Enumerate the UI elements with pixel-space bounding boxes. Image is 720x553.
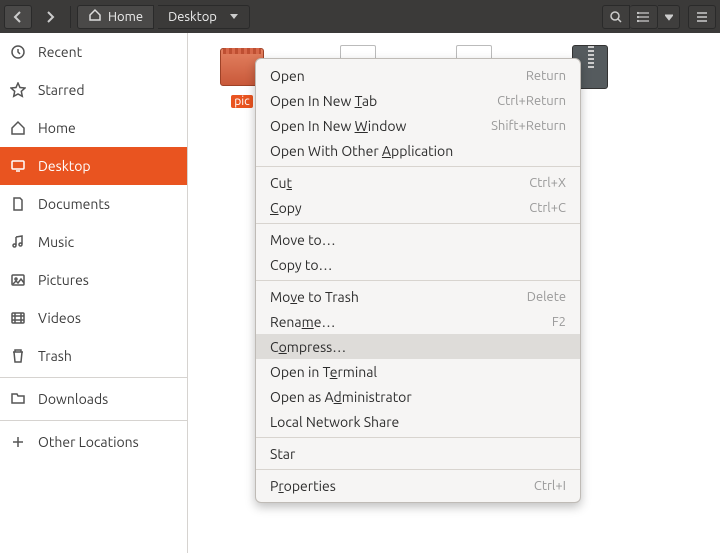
- ctx-open-with[interactable]: Open With Other Application: [256, 138, 580, 163]
- forward-button[interactable]: [36, 5, 64, 29]
- back-button[interactable]: [4, 5, 32, 29]
- ctx-cut[interactable]: CutCtrl+X: [256, 170, 580, 195]
- context-menu: OpenReturn Open In New TabCtrl+Return Op…: [255, 58, 581, 503]
- separator: [256, 280, 580, 281]
- breadcrumb-desktop[interactable]: Desktop: [158, 5, 250, 29]
- breadcrumb-home[interactable]: Home: [77, 5, 154, 29]
- sidebar-item-starred[interactable]: Starred: [0, 71, 187, 109]
- separator: [256, 166, 580, 167]
- ctx-move-to-trash[interactable]: Move to TrashDelete: [256, 284, 580, 309]
- sidebar-item-label: Music: [38, 234, 74, 250]
- chevron-down-icon: [229, 10, 239, 24]
- sidebar-item-label: Desktop: [38, 158, 91, 174]
- ctx-open-terminal[interactable]: Open in Terminal: [256, 359, 580, 384]
- sidebar-item-label: Videos: [38, 310, 81, 326]
- sidebar-item-trash[interactable]: Trash: [0, 337, 187, 375]
- view-mode-button[interactable]: [630, 5, 658, 29]
- sidebar-item-music[interactable]: Music: [0, 223, 187, 261]
- sidebar-item-home[interactable]: Home: [0, 109, 187, 147]
- separator: [70, 6, 71, 28]
- home-icon: [88, 8, 102, 25]
- file-label: pic: [231, 95, 253, 108]
- breadcrumb-label: Desktop: [168, 10, 217, 24]
- menu-button[interactable]: [688, 5, 716, 29]
- ctx-copy[interactable]: CopyCtrl+C: [256, 195, 580, 220]
- ctx-open-new-tab[interactable]: Open In New TabCtrl+Return: [256, 88, 580, 113]
- sidebar-item-other-locations[interactable]: Other Locations: [0, 423, 187, 461]
- sidebar: Recent Starred Home Desktop Documents Mu…: [0, 33, 188, 553]
- separator: [256, 223, 580, 224]
- ctx-compress[interactable]: Compress…: [256, 334, 580, 359]
- sidebar-item-downloads[interactable]: Downloads: [0, 380, 187, 418]
- sidebar-item-label: Documents: [38, 196, 110, 212]
- ctx-move-to[interactable]: Move to…: [256, 227, 580, 252]
- view-dropdown-button[interactable]: [658, 5, 680, 29]
- sidebar-item-desktop[interactable]: Desktop: [0, 147, 187, 185]
- ctx-open-as-admin[interactable]: Open as Administrator: [256, 384, 580, 409]
- sidebar-item-label: Recent: [38, 44, 82, 60]
- ctx-open[interactable]: OpenReturn: [256, 63, 580, 88]
- ctx-properties[interactable]: PropertiesCtrl+I: [256, 473, 580, 498]
- separator: [0, 420, 187, 421]
- separator: [256, 437, 580, 438]
- sidebar-item-label: Home: [38, 120, 76, 136]
- sidebar-item-label: Starred: [38, 82, 85, 98]
- sidebar-item-label: Pictures: [38, 272, 89, 288]
- sidebar-item-label: Other Locations: [38, 434, 139, 450]
- ctx-open-new-window[interactable]: Open In New WindowShift+Return: [256, 113, 580, 138]
- separator: [256, 469, 580, 470]
- sidebar-item-label: Trash: [38, 348, 72, 364]
- sidebar-item-videos[interactable]: Videos: [0, 299, 187, 337]
- search-button[interactable]: [602, 5, 630, 29]
- ctx-copy-to[interactable]: Copy to…: [256, 252, 580, 277]
- ctx-local-network-share[interactable]: Local Network Share: [256, 409, 580, 434]
- breadcrumb-label: Home: [108, 10, 143, 24]
- sidebar-item-documents[interactable]: Documents: [0, 185, 187, 223]
- ctx-rename[interactable]: Rename…F2: [256, 309, 580, 334]
- sidebar-item-label: Downloads: [38, 391, 108, 407]
- separator: [0, 377, 187, 378]
- ctx-star[interactable]: Star: [256, 441, 580, 466]
- toolbar: Home Desktop: [0, 0, 720, 33]
- sidebar-item-recent[interactable]: Recent: [0, 33, 187, 71]
- sidebar-item-pictures[interactable]: Pictures: [0, 261, 187, 299]
